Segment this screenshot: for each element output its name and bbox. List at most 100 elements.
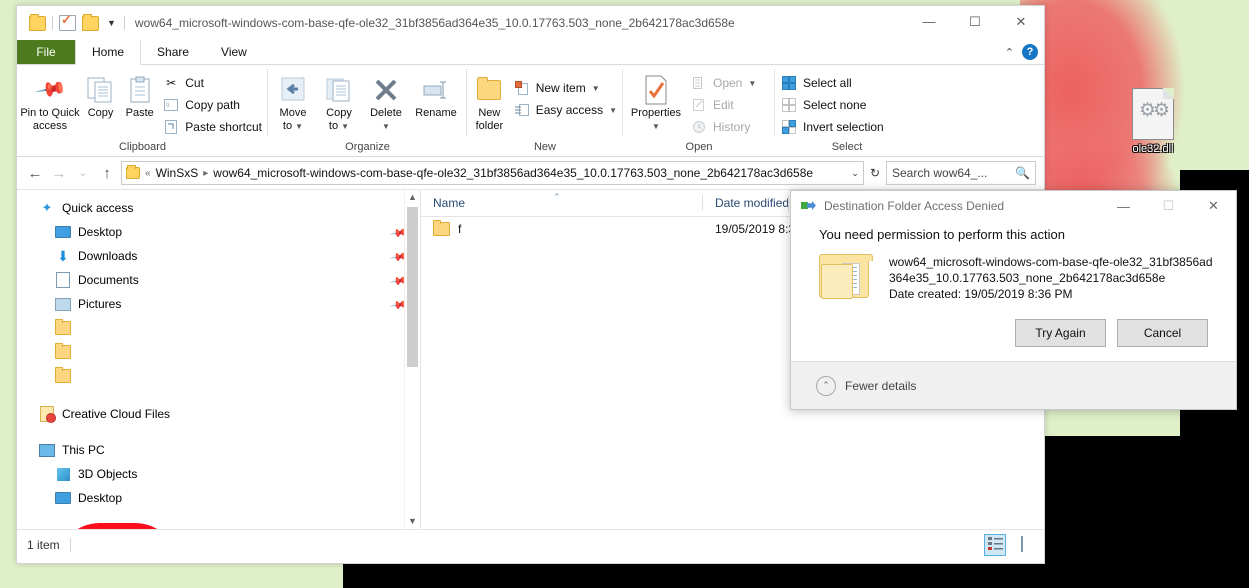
sidebar-item-label: 3D Objects xyxy=(78,467,138,481)
customize-caret-icon[interactable]: ▼ xyxy=(105,18,118,28)
sidebar-item-desktop-2[interactable]: Desktop xyxy=(17,486,420,510)
open-button[interactable]: Open ▼ xyxy=(687,72,760,94)
tab-share[interactable]: Share xyxy=(141,40,205,64)
sidebar-item-label: Desktop xyxy=(78,491,123,505)
chevron-down-icon[interactable]: ⌄ xyxy=(845,168,859,179)
navigation-pane: ✦ Quick access Desktop 📌 ⬇ Downloads 📌 D… xyxy=(17,190,421,529)
new-folder-button[interactable]: New folder xyxy=(469,71,510,135)
sidebar-item-3d-objects[interactable]: 3D Objects xyxy=(17,462,420,486)
search-input[interactable]: Search wow64_... 🔍 xyxy=(886,161,1036,185)
history-button[interactable]: History xyxy=(687,116,760,138)
file-date-cell: 19/05/2019 8:36 xyxy=(715,222,802,236)
fewer-details-toggle[interactable]: Fewer details xyxy=(845,379,916,393)
dialog-message: You need permission to perform this acti… xyxy=(819,227,1065,242)
cancel-button[interactable]: Cancel xyxy=(1117,319,1208,347)
maximize-button[interactable]: ☐ xyxy=(952,6,998,37)
sidebar-item-downloads[interactable]: ⬇ Downloads 📌 xyxy=(17,244,420,268)
sidebar-item-obscured-1[interactable] xyxy=(17,316,420,340)
folder-icon[interactable] xyxy=(29,13,46,31)
sidebar-item-label: Creative Cloud Files xyxy=(62,407,171,421)
properties-icon[interactable] xyxy=(59,12,76,31)
sidebar-item-documents[interactable]: Documents 📌 xyxy=(17,268,420,292)
paste-shortcut-button[interactable]: Paste shortcut xyxy=(159,116,266,138)
help-icon[interactable]: ? xyxy=(1022,44,1038,60)
tab-home[interactable]: Home xyxy=(75,40,142,65)
dialog-minimize-button[interactable]: — xyxy=(1101,191,1146,221)
close-button[interactable]: ✕ xyxy=(998,6,1044,37)
try-again-button[interactable]: Try Again xyxy=(1015,319,1106,347)
sidebar-item-obscured-3[interactable] xyxy=(17,364,420,388)
address-path-field[interactable]: « WinSxS ▸ wow64_microsoft-windows-com-b… xyxy=(121,161,864,185)
ribbon-group-select: Select all Select none Invert selection … xyxy=(775,65,919,156)
group-name-select: Select xyxy=(831,141,863,153)
rename-button[interactable]: Rename xyxy=(410,71,462,122)
paste-button[interactable]: Paste xyxy=(120,71,159,122)
cut-button[interactable]: ✂ Cut xyxy=(159,72,266,94)
sidebar-item-label: Documents xyxy=(78,273,139,287)
chevron-down-icon[interactable]: ▼ xyxy=(382,120,390,133)
sort-ascending-icon: ⌃ xyxy=(553,192,561,202)
chevron-down-icon[interactable]: ▼ xyxy=(609,106,617,115)
easy-access-button[interactable]: Easy access ▼ xyxy=(510,99,621,121)
copy-to-button[interactable]: Copy to ▼ xyxy=(316,71,362,135)
select-all-button[interactable]: Select all xyxy=(777,72,888,94)
sidebar-item-creative-cloud-files[interactable]: Creative Cloud Files xyxy=(17,402,420,426)
breadcrumb-current-folder[interactable]: wow64_microsoft-windows-com-base-qfe-ole… xyxy=(213,166,813,180)
up-button[interactable]: ↑ xyxy=(97,165,117,182)
large-icons-view-button[interactable] xyxy=(1012,534,1032,554)
back-button[interactable]: ← xyxy=(25,165,45,182)
column-header-name[interactable]: Name ⌃ xyxy=(421,190,703,216)
button-label-line1: New xyxy=(478,107,501,119)
details-view-button[interactable] xyxy=(984,534,1006,556)
breadcrumb-winsxs[interactable]: WinSxS xyxy=(156,166,199,180)
sidebar-item-this-pc[interactable]: This PC xyxy=(17,438,420,462)
invert-selection-icon xyxy=(781,119,797,135)
chevron-down-icon[interactable]: ▼ xyxy=(592,84,600,93)
tab-file[interactable]: File xyxy=(17,40,75,64)
chevron-up-icon[interactable]: ⌃ xyxy=(1005,46,1014,59)
edit-button[interactable]: Edit xyxy=(687,94,760,116)
divider xyxy=(123,16,125,30)
navigation-scrollbar[interactable]: ▲ ▼ xyxy=(404,190,420,529)
dialog-close-button[interactable]: ✕ xyxy=(1191,191,1236,221)
sidebar-item-obscured-2[interactable] xyxy=(17,340,420,364)
breadcrumb-overflow[interactable]: « xyxy=(145,168,151,179)
quick-access-toolbar: ▼ xyxy=(17,12,125,31)
scrollbar-thumb[interactable] xyxy=(407,207,418,367)
select-all-icon xyxy=(781,75,797,91)
new-folder-icon[interactable] xyxy=(82,13,99,31)
new-item-button[interactable]: New item ▼ xyxy=(510,77,621,99)
history-icon xyxy=(691,119,707,135)
window-controls: — ☐ ✕ xyxy=(906,6,1044,37)
pin-to-quick-access-button[interactable]: 📌 Pin to Quick access xyxy=(19,71,81,135)
column-header-date-modified[interactable]: Date modified xyxy=(703,190,790,216)
minimize-button[interactable]: — xyxy=(906,6,952,37)
recent-locations-button[interactable]: ⌄ xyxy=(73,168,93,179)
copy-button[interactable]: Copy xyxy=(81,71,120,122)
title-bar: ▼ wow64_microsoft-windows-com-base-qfe-o… xyxy=(17,6,1044,40)
button-label: Copy path xyxy=(185,98,240,112)
select-none-button[interactable]: Select none xyxy=(777,94,888,116)
window-title: wow64_microsoft-windows-com-base-qfe-ole… xyxy=(134,16,735,30)
sidebar-item-desktop[interactable]: Desktop 📌 xyxy=(17,220,420,244)
sidebar-item-quick-access[interactable]: ✦ Quick access xyxy=(17,196,420,220)
folder-icon xyxy=(433,220,450,236)
invert-selection-button[interactable]: Invert selection xyxy=(777,116,888,138)
refresh-icon[interactable]: ↻ xyxy=(868,166,882,180)
tab-view[interactable]: View xyxy=(205,40,263,64)
chevron-down-icon[interactable]: ▼ xyxy=(748,79,756,88)
sidebar-item-pictures[interactable]: Pictures 📌 xyxy=(17,292,420,316)
move-to-button[interactable]: Move to ▼ xyxy=(270,71,316,135)
delete-button[interactable]: Delete ▼ xyxy=(362,71,410,135)
properties-button[interactable]: Properties ▼ xyxy=(625,71,687,135)
forward-button[interactable]: → xyxy=(49,165,69,182)
scroll-down-arrow-icon[interactable]: ▼ xyxy=(405,514,420,529)
dialog-item-name-line1: wow64_microsoft-windows-com-base-qfe-ole… xyxy=(889,255,1213,269)
scroll-up-arrow-icon[interactable]: ▲ xyxy=(405,190,420,205)
copy-path-button[interactable]: \\ Copy path xyxy=(159,94,266,116)
button-label: Edit xyxy=(713,98,734,112)
chevron-down-icon[interactable]: ▼ xyxy=(652,120,660,133)
chevron-up-icon[interactable]: ⌃ xyxy=(816,375,836,396)
button-label-line1: Copy xyxy=(326,107,352,119)
desktop-icon-ole32-dll[interactable]: ⚙⚙ ole32.dll xyxy=(1118,88,1188,155)
